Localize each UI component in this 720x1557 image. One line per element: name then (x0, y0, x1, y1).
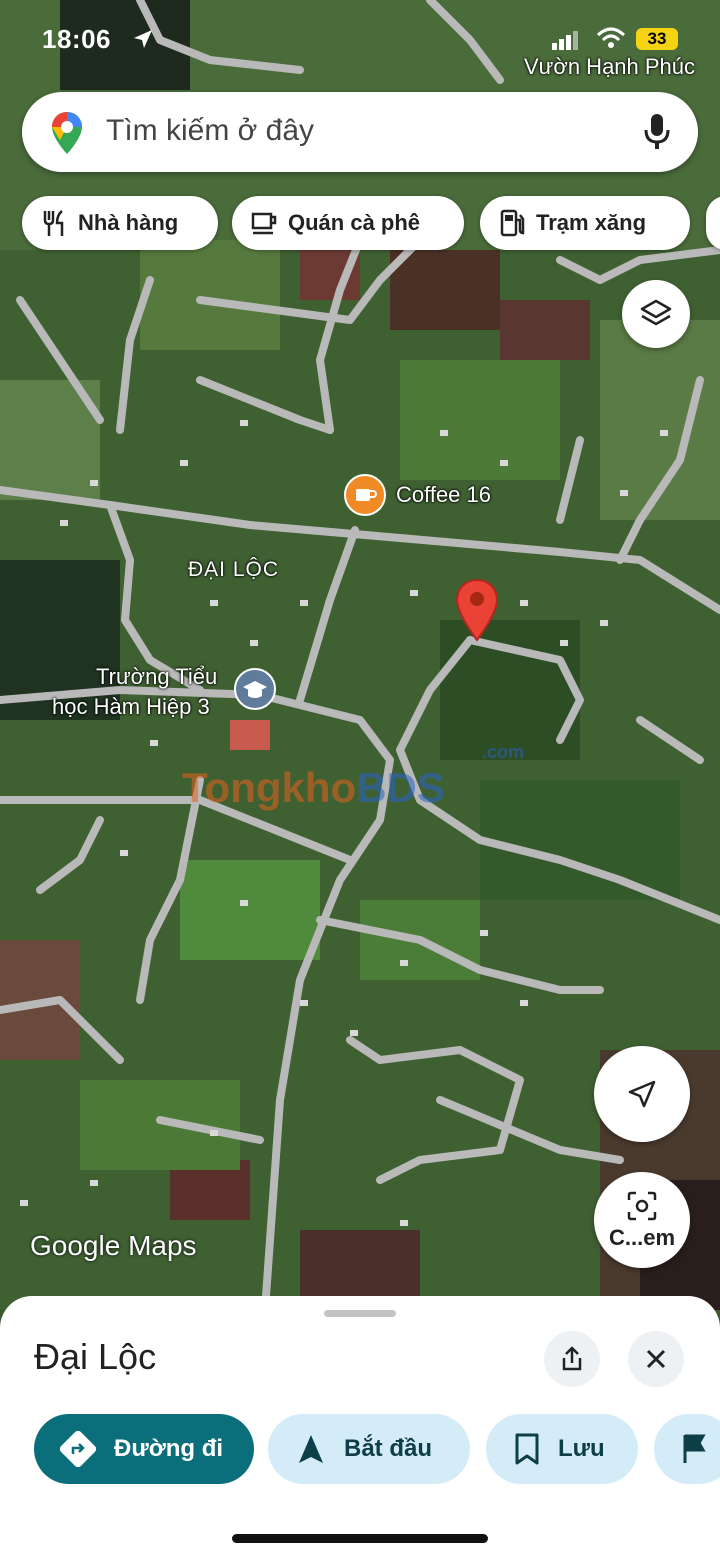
coffee-cup-icon (344, 474, 386, 516)
label-button[interactable] (654, 1414, 720, 1484)
chip-more[interactable] (706, 196, 720, 250)
google-maps-logo: Google Maps (30, 1230, 197, 1261)
layers-button[interactable] (622, 280, 690, 348)
watermark-small: .com (482, 742, 525, 762)
school-label-line1: Trường Tiểu (96, 664, 218, 689)
save-button[interactable]: Lưu (486, 1414, 638, 1484)
status-time: 18:06 (42, 24, 111, 54)
layers-icon (640, 299, 672, 326)
place-sheet[interactable]: Đại Lộc Đường đi Bắt đầu Lưu (0, 1296, 720, 1557)
google-maps-pin-icon (52, 112, 82, 154)
my-location-button[interactable] (594, 1046, 690, 1142)
category-chips: Nhà hàng Quán cà phê Trạm xăng (22, 196, 720, 250)
coffee-cup-icon (251, 212, 277, 235)
watermark-part2: BDS (356, 764, 445, 811)
microphone-icon[interactable] (642, 112, 672, 152)
watermark: TongkhoBDS .com (182, 742, 524, 812)
wifi-icon (596, 27, 626, 48)
poi-coffee-label: Coffee 16 (396, 482, 492, 507)
watermark-part1: Tongkho (182, 764, 357, 811)
location-arrow-icon (134, 30, 152, 48)
start-button[interactable]: Bắt đầu (268, 1414, 470, 1484)
close-button[interactable] (628, 1331, 684, 1387)
school-label-line2: học Hàm Hiệp 3 (52, 694, 210, 719)
chip-gas-station[interactable]: Trạm xăng (480, 196, 690, 250)
close-icon (646, 1349, 666, 1369)
poi-coffee-16[interactable]: Coffee 16 (344, 474, 491, 521)
share-icon (562, 1346, 582, 1371)
camera-lens-icon (627, 1191, 657, 1221)
navigation-arrow-icon (628, 1080, 656, 1108)
directions-label: Đường đi (114, 1435, 224, 1462)
search-placeholder[interactable]: Tìm kiếm ở đây (106, 114, 314, 148)
selected-location-pin[interactable] (454, 578, 500, 649)
chip-restaurants-label: Nhà hàng (78, 210, 179, 235)
home-indicator[interactable] (232, 1534, 488, 1543)
camera-search-button[interactable]: C...em (594, 1172, 690, 1268)
school-icon (234, 668, 276, 710)
directions-icon (59, 1430, 97, 1468)
restaurant-icon (43, 210, 64, 236)
gas-station-icon (500, 209, 525, 237)
red-pin-icon (455, 578, 499, 642)
place-title: Đại Lộc (34, 1336, 157, 1377)
chip-restaurants[interactable]: Nhà hàng (22, 196, 218, 250)
navigation-arrow-icon (299, 1435, 323, 1463)
save-label: Lưu (558, 1435, 605, 1462)
share-button[interactable] (544, 1331, 600, 1387)
battery-indicator: 33 (636, 28, 678, 50)
chip-gas-station-label: Trạm xăng (536, 210, 647, 235)
flag-icon (683, 1434, 706, 1463)
status-bar: 18:06 33 (0, 22, 720, 58)
search-bar[interactable]: Tìm kiếm ở đây (22, 92, 698, 172)
start-label: Bắt đầu (344, 1435, 433, 1462)
cellular-signal-icon (552, 31, 578, 50)
sheet-drag-handle[interactable] (324, 1310, 396, 1317)
bookmark-icon (515, 1433, 539, 1465)
directions-button[interactable]: Đường đi (34, 1414, 254, 1484)
place-label-dai-loc[interactable]: ĐẠI LỘC (188, 558, 279, 582)
poi-school[interactable] (234, 668, 276, 715)
chip-coffee-label: Quán cà phê (288, 210, 421, 235)
camera-search-label: C...em (608, 1225, 676, 1250)
chip-coffee[interactable]: Quán cà phê (232, 196, 464, 250)
